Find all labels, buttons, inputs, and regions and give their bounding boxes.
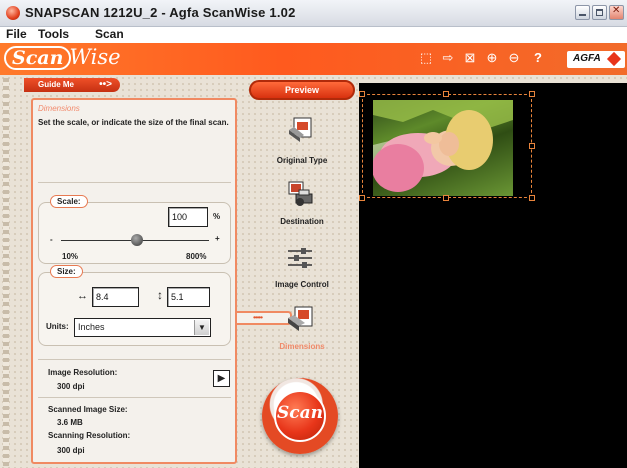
scanwise-logo: Scan Wise <box>4 46 121 72</box>
menu-scan[interactable]: Scan <box>95 27 124 41</box>
guide-me-button[interactable]: Guide Me ••> <box>24 78 120 92</box>
help-icon[interactable]: ? <box>530 50 546 66</box>
crop-selection[interactable] <box>362 94 532 198</box>
minimize-button[interactable] <box>575 5 590 20</box>
guide-arrow-icon: ••> <box>99 79 112 90</box>
height-arrow-icon: ↕ <box>157 288 163 302</box>
zoom-out-icon[interactable]: ⊖ <box>506 50 522 66</box>
scale-unit: % <box>213 212 221 221</box>
width-arrow-icon: ↔ <box>77 290 88 302</box>
crop-handle[interactable] <box>443 91 449 97</box>
image-control-icon[interactable] <box>286 244 314 272</box>
logo-scan-text: Scan <box>4 46 72 70</box>
guide-me-label: Guide Me <box>38 80 75 89</box>
window-title: SNAPSCAN 1212U_2 - Agfa ScanWise 1.02 <box>25 5 296 20</box>
step-image-control[interactable]: Image Control <box>262 280 342 289</box>
units-select[interactable]: Inches ▼ <box>74 318 211 337</box>
scale-max-label: 800% <box>186 252 207 261</box>
crop-handle[interactable] <box>359 91 365 97</box>
menu-file[interactable]: File <box>6 27 27 41</box>
scanned-size-label: Scanned Image Size: <box>48 405 128 414</box>
side-rail <box>3 78 9 466</box>
units-label: Units: <box>46 322 69 331</box>
zoom-in-icon[interactable]: ⊕ <box>484 50 500 66</box>
scale-input[interactable]: 100 <box>168 207 208 227</box>
scanning-resolution-value: 300 dpi <box>57 446 85 455</box>
size-label: Size: <box>50 265 83 278</box>
fit-icon[interactable]: ⊠ <box>462 50 478 66</box>
menu-tools[interactable]: Tools <box>38 27 69 41</box>
original-type-icon[interactable] <box>286 116 314 144</box>
units-value: Inches <box>78 322 105 332</box>
crop-handle[interactable] <box>529 91 535 97</box>
close-button[interactable] <box>609 5 624 20</box>
logo-wise-text: Wise <box>69 45 121 69</box>
panel-instruction: Set the scale, or indicate the size of t… <box>38 118 229 127</box>
crop-handle[interactable] <box>359 195 365 201</box>
scanned-size-value: 3.6 MB <box>57 418 83 427</box>
step-original-type[interactable]: Original Type <box>262 156 342 165</box>
scale-slider-thumb[interactable] <box>131 234 143 246</box>
step-destination[interactable]: Destination <box>262 217 342 226</box>
active-step-connector: ••••• <box>237 311 292 325</box>
agfa-rhombus-icon <box>606 51 622 67</box>
height-input[interactable]: 5.1 <box>167 287 210 307</box>
select-area-icon[interactable]: ⬚ <box>418 50 434 66</box>
title-bar: SNAPSCAN 1212U_2 - Agfa ScanWise 1.02 <box>0 0 627 27</box>
panel-title: Dimensions <box>38 104 80 113</box>
crop-handle[interactable] <box>443 195 449 201</box>
divider <box>38 182 231 183</box>
scan-button-label: Scan <box>276 403 323 423</box>
crop-handle[interactable] <box>529 143 535 149</box>
preview-button[interactable]: Preview <box>249 80 355 100</box>
scale-min-label: 10% <box>62 252 79 261</box>
scan-button[interactable]: Scan <box>262 378 338 454</box>
divider <box>38 397 231 398</box>
image-resolution-label: Image Resolution: <box>48 368 118 377</box>
chevron-down-icon[interactable]: ▼ <box>194 320 209 335</box>
width-input[interactable]: 8.4 <box>92 287 139 307</box>
brand-header: Scan Wise ⬚ ⇨ ⊠ ⊕ ⊖ ? AGFA <box>0 43 627 75</box>
agfa-logo-text: AGFA <box>573 53 601 64</box>
menu-bar: File Tools Scan <box>0 27 627 43</box>
dimensions-icon[interactable] <box>286 305 314 333</box>
scanning-resolution-label: Scanning Resolution: <box>48 431 131 440</box>
crop-handle[interactable] <box>529 195 535 201</box>
app-icon[interactable] <box>6 6 20 20</box>
destination-icon[interactable] <box>286 180 314 208</box>
slider-plus: + <box>215 234 220 243</box>
slider-minus: - <box>50 235 53 244</box>
image-resolution-value: 300 dpi <box>57 382 85 391</box>
scale-label: Scale: <box>50 195 88 208</box>
agfa-logo: AGFA <box>567 51 625 68</box>
step-dimensions[interactable]: Dimensions <box>262 342 342 351</box>
resolution-expand-button[interactable]: ▶ <box>213 370 230 387</box>
arrow-right-icon[interactable]: ⇨ <box>440 50 456 66</box>
divider <box>38 359 231 360</box>
maximize-button[interactable] <box>592 5 607 20</box>
